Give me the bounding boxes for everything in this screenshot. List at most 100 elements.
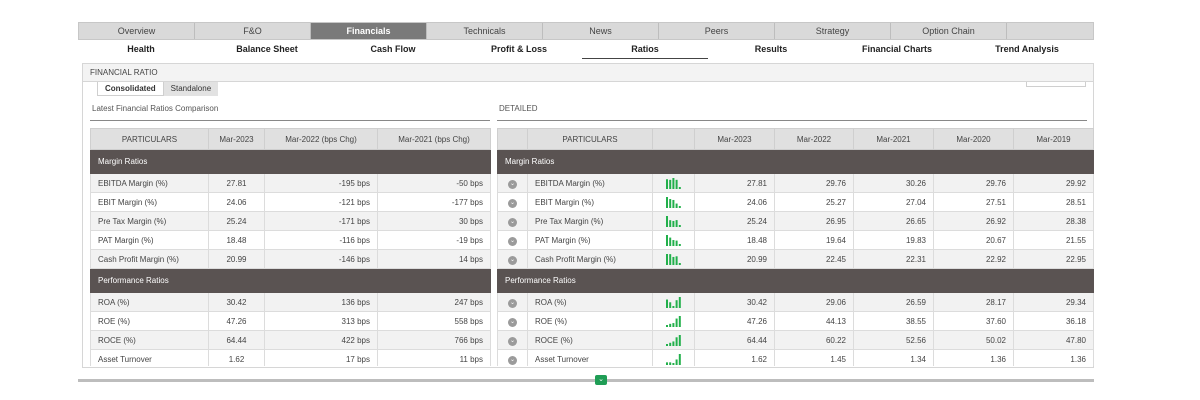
- subtab-ratios[interactable]: Ratios: [582, 41, 708, 61]
- cell-value: 20.99: [208, 249, 265, 269]
- sparkline-bar: [665, 197, 668, 208]
- cell-value: -177 bps: [377, 192, 491, 212]
- left-header-1[interactable]: Mar-2023: [208, 128, 265, 150]
- right-table-viewport[interactable]: PARTICULARS Mar-2023 Mar-2022 Mar-2021 Mar-2…: [497, 128, 1094, 366]
- cell-value: 30 bps: [377, 211, 491, 231]
- chevron-down-icon[interactable]: ⌄: [508, 317, 517, 327]
- scroll-down-button[interactable]: ⌄: [595, 375, 607, 385]
- panel-dropdown[interactable]: [1026, 82, 1086, 87]
- sparkline-bar: [668, 362, 671, 365]
- tab-strategy[interactable]: Strategy: [775, 23, 891, 39]
- sparkline-bar: [665, 235, 668, 246]
- tab-overview[interactable]: Overview: [79, 23, 195, 39]
- sparkline-cell[interactable]: [652, 349, 695, 366]
- row-label: Pre Tax Margin (%): [90, 211, 209, 231]
- trend-sparkline-icon[interactable]: [665, 315, 682, 327]
- sparkline-cell[interactable]: [652, 230, 695, 250]
- expand-cell[interactable]: ⌄: [497, 292, 528, 312]
- sparkline-bar: [675, 359, 678, 365]
- subtab-results[interactable]: Results: [708, 41, 834, 61]
- sparkline-bar: [665, 344, 668, 346]
- cell-value: 19.83: [853, 230, 934, 250]
- expand-cell[interactable]: ⌄: [497, 349, 528, 366]
- sparkline-cell[interactable]: [652, 173, 695, 193]
- tab-standalone[interactable]: Standalone: [163, 82, 219, 96]
- panel-header: FINANCIAL RATIO: [83, 64, 1093, 82]
- sparkline-bar: [668, 220, 671, 227]
- trend-sparkline-icon[interactable]: [665, 215, 682, 227]
- tab-peers[interactable]: Peers: [659, 23, 775, 39]
- left-header-2[interactable]: Mar-2022 (bps Chg): [264, 128, 378, 150]
- chevron-down-icon[interactable]: ⌄: [508, 255, 517, 265]
- cell-value: 47.80: [1013, 330, 1094, 350]
- expand-cell[interactable]: ⌄: [497, 230, 528, 250]
- sparkline-bar: [665, 325, 668, 327]
- subtab-profit-loss[interactable]: Profit & Loss: [456, 41, 582, 61]
- sparkline-cell[interactable]: [652, 311, 695, 331]
- expand-cell[interactable]: ⌄: [497, 311, 528, 331]
- trend-sparkline-icon[interactable]: [665, 196, 682, 208]
- trend-sparkline-icon[interactable]: [665, 296, 682, 308]
- expand-cell[interactable]: ⌄: [497, 173, 528, 193]
- tab-financials[interactable]: Financials: [311, 23, 427, 39]
- cell-value: 25.24: [208, 211, 265, 231]
- tab-option-chain[interactable]: Option Chain: [891, 23, 1007, 39]
- sparkline-bar: [671, 199, 674, 208]
- chevron-down-icon[interactable]: ⌄: [508, 355, 517, 365]
- sparkline-bar: [675, 318, 678, 327]
- cell-value: 1.62: [694, 349, 775, 366]
- row-label: ROCE (%): [527, 330, 653, 350]
- tab-consolidated[interactable]: Consolidated: [97, 82, 164, 96]
- sparkline-bar: [675, 256, 678, 265]
- chevron-down-icon[interactable]: ⌄: [508, 336, 517, 346]
- sparkline-bar: [671, 256, 674, 265]
- expand-cell[interactable]: ⌄: [497, 192, 528, 212]
- sparkline-bar: [675, 240, 678, 246]
- trend-sparkline-icon[interactable]: [665, 177, 682, 189]
- tab-technicals[interactable]: Technicals: [427, 23, 543, 39]
- left-section-title: Latest Financial Ratios Comparison: [92, 104, 219, 113]
- trend-sparkline-icon[interactable]: [665, 334, 682, 346]
- sub-tab-bar: Health Balance Sheet Cash Flow Profit & Los…: [78, 41, 1094, 61]
- row-label: EBIT Margin (%): [527, 192, 653, 212]
- sparkline-bar: [665, 362, 668, 365]
- left-header-3[interactable]: Mar-2021 (bps Chg): [377, 128, 491, 150]
- trend-sparkline-icon[interactable]: [665, 234, 682, 246]
- subtab-financial-charts[interactable]: Financial Charts: [834, 41, 960, 61]
- cell-value: 29.06: [774, 292, 854, 312]
- row-label: Cash Profit Margin (%): [527, 249, 653, 269]
- right-header-2: [652, 128, 695, 150]
- expand-cell[interactable]: ⌄: [497, 249, 528, 269]
- chevron-down-icon[interactable]: ⌄: [508, 298, 517, 308]
- tab-news[interactable]: News: [543, 23, 659, 39]
- sparkline-cell[interactable]: [652, 330, 695, 350]
- sparkline-cell[interactable]: [652, 292, 695, 312]
- subtab-balance-sheet[interactable]: Balance Sheet: [204, 41, 330, 61]
- tab-f-o[interactable]: F&O: [195, 23, 311, 39]
- subtab-cash-flow[interactable]: Cash Flow: [330, 41, 456, 61]
- cell-value: 29.76: [774, 173, 854, 193]
- subtab-health[interactable]: Health: [78, 41, 204, 61]
- chevron-down-icon[interactable]: ⌄: [508, 236, 517, 246]
- sparkline-cell[interactable]: [652, 249, 695, 269]
- sparkline-cell[interactable]: [652, 211, 695, 231]
- chevron-down-icon[interactable]: ⌄: [508, 217, 517, 227]
- right-header-4: Mar-2022: [774, 128, 854, 150]
- sparkline-bar: [678, 263, 681, 265]
- cell-value: 64.44: [694, 330, 775, 350]
- chevron-down-icon[interactable]: ⌄: [508, 179, 517, 189]
- right-section-divider: [497, 120, 1087, 121]
- group-row: Margin Ratios: [90, 149, 491, 174]
- chevron-down-icon[interactable]: ⌄: [508, 198, 517, 208]
- table-row: EBIT Margin (%) 24.06 -121 bps -177 bps: [90, 192, 491, 212]
- left-table-viewport[interactable]: PARTICULARS Mar-2023 Mar-2022 (bps Chg) Mar…: [90, 128, 492, 366]
- subtab-trend-analysis[interactable]: Trend Analysis: [960, 41, 1094, 61]
- cell-value: 1.62: [208, 349, 265, 366]
- trend-sparkline-icon[interactable]: [665, 253, 682, 265]
- expand-cell[interactable]: ⌄: [497, 330, 528, 350]
- cell-value: 27.81: [208, 173, 265, 193]
- expand-cell[interactable]: ⌄: [497, 211, 528, 231]
- sparkline-cell[interactable]: [652, 192, 695, 212]
- trend-sparkline-icon[interactable]: [665, 353, 682, 365]
- cell-value: 25.27: [774, 192, 854, 212]
